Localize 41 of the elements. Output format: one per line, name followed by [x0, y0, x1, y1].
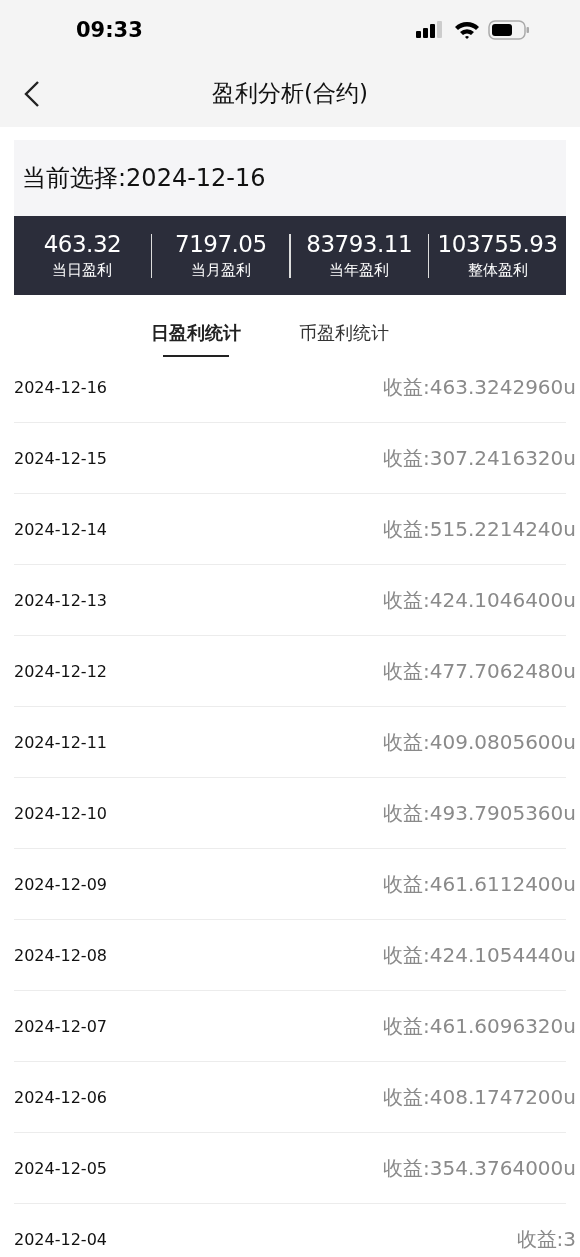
- tab[interactable]: 币盈利统计: [299, 311, 389, 355]
- row-profit: 收益:3: [516, 1225, 576, 1253]
- row-profit: 收益:493.7905360u: [382, 799, 576, 827]
- row-profit: 收益:461.6112400u: [382, 870, 576, 898]
- row-profit: 收益:354.3764000u: [382, 1154, 576, 1182]
- row-date: 2024-12-15: [14, 448, 107, 468]
- row-profit: 收益:463.3242960u: [382, 373, 576, 401]
- row-date: 2024-12-11: [14, 732, 107, 752]
- row-profit: 收益:461.6096320u: [382, 1012, 576, 1040]
- row-date: 2024-12-16: [14, 377, 107, 397]
- row-date: 2024-12-08: [14, 945, 107, 965]
- battery-icon: [488, 20, 530, 40]
- summary-label: 当月盈利: [190, 261, 251, 280]
- row-date: 2024-12-06: [14, 1087, 107, 1107]
- summary-value: 103755.93: [437, 231, 558, 257]
- row-date: 2024-12-12: [14, 661, 107, 681]
- row-profit: 收益:424.1046400u: [382, 586, 576, 614]
- page-title: 盈利分析(合约): [212, 79, 368, 108]
- row-profit: 收益:408.1747200u: [382, 1083, 576, 1111]
- row-date: 2024-12-07: [14, 1016, 107, 1036]
- row-date: 2024-12-14: [14, 519, 107, 539]
- row-profit: 收益:515.2214240u: [382, 515, 576, 543]
- row-date: 2024-12-04: [14, 1229, 107, 1249]
- row-profit: 收益:409.0805600u: [382, 728, 576, 756]
- row-date: 2024-12-10: [14, 803, 107, 823]
- summary-value: 83793.11: [306, 231, 413, 257]
- row-date: 2024-12-05: [14, 1158, 107, 1178]
- summary-label: 当年盈利: [329, 261, 390, 280]
- row-date: 2024-12-13: [14, 590, 107, 610]
- tab[interactable]: 日盈利统计: [151, 311, 241, 355]
- status-time: 09:33: [76, 18, 143, 42]
- summary-label: 整体盈利: [467, 261, 528, 280]
- wifi-icon: [454, 21, 480, 39]
- summary-value: 463.32: [43, 231, 122, 257]
- row-profit: 收益:424.1054440u: [382, 941, 576, 969]
- selected-date: 当前选择:2024-12-16: [22, 163, 266, 194]
- summary-label: 当日盈利: [52, 261, 113, 280]
- row-date: 2024-12-09: [14, 874, 107, 894]
- summary-value: 7197.05: [175, 231, 267, 257]
- row-profit: 收益:477.7062480u: [382, 657, 576, 685]
- row-profit: 收益:307.2416320u: [382, 444, 576, 472]
